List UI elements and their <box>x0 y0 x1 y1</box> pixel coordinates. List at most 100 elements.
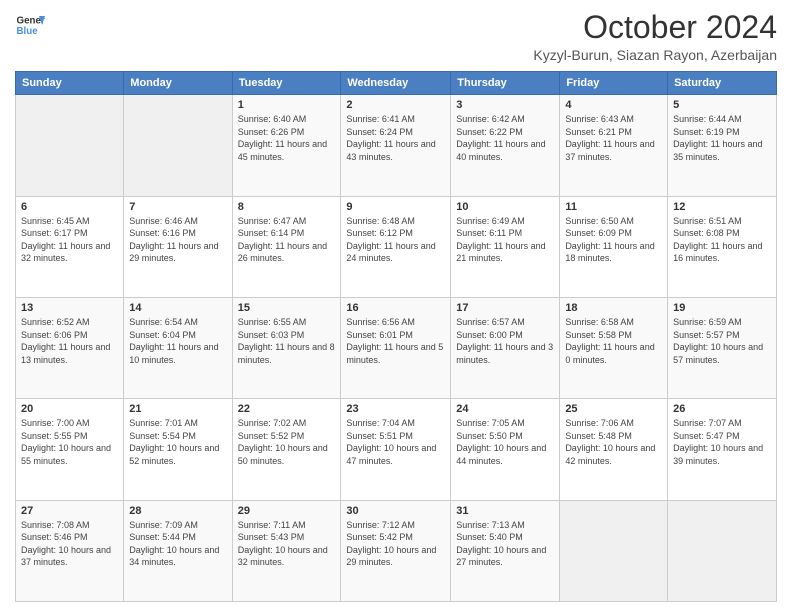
page-header: General Blue October 2024 Kyzyl-Burun, S… <box>15 10 777 63</box>
day-info: Sunrise: 6:57 AM Sunset: 6:00 PM Dayligh… <box>456 316 554 366</box>
day-info: Sunrise: 6:51 AM Sunset: 6:08 PM Dayligh… <box>673 215 771 265</box>
day-info: Sunrise: 6:49 AM Sunset: 6:11 PM Dayligh… <box>456 215 554 265</box>
day-number: 6 <box>21 201 118 213</box>
calendar-cell: 29 Sunrise: 7:11 AM Sunset: 5:43 PM Dayli… <box>232 500 341 601</box>
calendar-cell: 15Sunrise: 6:55 AM Sunset: 6:03 PM Dayli… <box>232 297 341 398</box>
calendar-cell <box>560 500 668 601</box>
calendar-table: Sunday Monday Tuesday Wednesday Thursday… <box>15 71 777 602</box>
calendar-week-5: 27 Sunrise: 7:08 AM Sunset: 5:46 PM Dayli… <box>16 500 777 601</box>
day-info: Sunrise: 7:12 AM Sunset: 5:42 PM Dayligh… <box>346 519 445 569</box>
day-number: 28 <box>129 505 226 517</box>
header-row: Sunday Monday Tuesday Wednesday Thursday… <box>16 72 777 95</box>
day-info: Sunrise: 7:01 AM Sunset: 5:54 PM Dayligh… <box>129 417 226 467</box>
col-tuesday: Tuesday <box>232 72 341 95</box>
col-wednesday: Wednesday <box>341 72 451 95</box>
calendar-cell: 18Sunrise: 6:58 AM Sunset: 5:58 PM Dayli… <box>560 297 668 398</box>
day-number: 3 <box>456 99 554 111</box>
calendar-cell: 6 Sunrise: 6:45 AM Sunset: 6:17 PM Daylig… <box>16 196 124 297</box>
day-info: Sunrise: 6:45 AM Sunset: 6:17 PM Dayligh… <box>21 215 118 265</box>
calendar-cell <box>124 95 232 196</box>
day-info: Sunrise: 6:59 AM Sunset: 5:57 PM Dayligh… <box>673 316 771 366</box>
day-info: Sunrise: 7:06 AM Sunset: 5:48 PM Dayligh… <box>565 417 662 467</box>
day-info: Sunrise: 7:00 AM Sunset: 5:55 PM Dayligh… <box>21 417 118 467</box>
calendar-cell: 31Sunrise: 7:13 AM Sunset: 5:40 PM Dayli… <box>451 500 560 601</box>
day-number: 16 <box>346 302 445 314</box>
calendar-cell: 16 Sunrise: 6:56 AM Sunset: 6:01 PM Dayli… <box>341 297 451 398</box>
calendar-cell: 20 Sunrise: 7:00 AM Sunset: 5:55 PM Dayli… <box>16 399 124 500</box>
calendar-cell: 22 Sunrise: 7:02 AM Sunset: 5:52 PM Dayli… <box>232 399 341 500</box>
calendar-cell: 17 Sunrise: 6:57 AM Sunset: 6:00 PM Dayli… <box>451 297 560 398</box>
day-info: Sunrise: 7:09 AM Sunset: 5:44 PM Dayligh… <box>129 519 226 569</box>
day-info: Sunrise: 6:42 AM Sunset: 6:22 PM Dayligh… <box>456 113 554 163</box>
day-info: Sunrise: 6:47 AM Sunset: 6:14 PM Dayligh… <box>238 215 336 265</box>
day-info: Sunrise: 6:44 AM Sunset: 6:19 PM Dayligh… <box>673 113 771 163</box>
day-number: 13 <box>21 302 118 314</box>
calendar-cell: 13 Sunrise: 6:52 AM Sunset: 6:06 PM Dayli… <box>16 297 124 398</box>
day-number: 20 <box>21 403 118 415</box>
day-info: Sunrise: 7:02 AM Sunset: 5:52 PM Dayligh… <box>238 417 336 467</box>
day-number: 8 <box>238 201 336 213</box>
day-number: 21 <box>129 403 226 415</box>
calendar-cell: 28 Sunrise: 7:09 AM Sunset: 5:44 PM Dayli… <box>124 500 232 601</box>
day-info: Sunrise: 7:11 AM Sunset: 5:43 PM Dayligh… <box>238 519 336 569</box>
calendar-cell: 23 Sunrise: 7:04 AM Sunset: 5:51 PM Dayli… <box>341 399 451 500</box>
day-number: 12 <box>673 201 771 213</box>
day-info: Sunrise: 6:56 AM Sunset: 6:01 PM Dayligh… <box>346 316 445 366</box>
day-number: 17 <box>456 302 554 314</box>
day-info: Sunrise: 7:08 AM Sunset: 5:46 PM Dayligh… <box>21 519 118 569</box>
calendar-cell: 10Sunrise: 6:49 AM Sunset: 6:11 PM Dayli… <box>451 196 560 297</box>
calendar-cell: 8 Sunrise: 6:47 AM Sunset: 6:14 PM Daylig… <box>232 196 341 297</box>
logo-icon: General Blue <box>15 10 45 40</box>
calendar-cell: 2Sunrise: 6:41 AM Sunset: 6:24 PM Daylig… <box>341 95 451 196</box>
calendar-week-1: 1 Sunrise: 6:40 AM Sunset: 6:26 PM Daylig… <box>16 95 777 196</box>
day-info: Sunrise: 6:48 AM Sunset: 6:12 PM Dayligh… <box>346 215 445 265</box>
calendar-week-4: 20 Sunrise: 7:00 AM Sunset: 5:55 PM Dayli… <box>16 399 777 500</box>
day-info: Sunrise: 7:13 AM Sunset: 5:40 PM Dayligh… <box>456 519 554 569</box>
day-number: 7 <box>129 201 226 213</box>
calendar-week-2: 6 Sunrise: 6:45 AM Sunset: 6:17 PM Daylig… <box>16 196 777 297</box>
calendar-week-3: 13 Sunrise: 6:52 AM Sunset: 6:06 PM Dayli… <box>16 297 777 398</box>
day-info: Sunrise: 6:55 AM Sunset: 6:03 PM Dayligh… <box>238 316 336 366</box>
day-number: 24 <box>456 403 554 415</box>
day-info: Sunrise: 6:46 AM Sunset: 6:16 PM Dayligh… <box>129 215 226 265</box>
calendar-cell: 19 Sunrise: 6:59 AM Sunset: 5:57 PM Dayli… <box>668 297 777 398</box>
day-number: 4 <box>565 99 662 111</box>
calendar-cell: 11Sunrise: 6:50 AM Sunset: 6:09 PM Dayli… <box>560 196 668 297</box>
day-number: 1 <box>238 99 336 111</box>
calendar-cell: 14Sunrise: 6:54 AM Sunset: 6:04 PM Dayli… <box>124 297 232 398</box>
day-number: 9 <box>346 201 445 213</box>
day-number: 29 <box>238 505 336 517</box>
day-info: Sunrise: 6:40 AM Sunset: 6:26 PM Dayligh… <box>238 113 336 163</box>
day-info: Sunrise: 6:54 AM Sunset: 6:04 PM Dayligh… <box>129 316 226 366</box>
day-info: Sunrise: 6:52 AM Sunset: 6:06 PM Dayligh… <box>21 316 118 366</box>
page-title: October 2024 <box>533 10 777 45</box>
day-number: 2 <box>346 99 445 111</box>
day-info: Sunrise: 7:04 AM Sunset: 5:51 PM Dayligh… <box>346 417 445 467</box>
calendar-cell: 9 Sunrise: 6:48 AM Sunset: 6:12 PM Daylig… <box>341 196 451 297</box>
col-saturday: Saturday <box>668 72 777 95</box>
day-info: Sunrise: 6:43 AM Sunset: 6:21 PM Dayligh… <box>565 113 662 163</box>
title-block: October 2024 Kyzyl-Burun, Siazan Rayon, … <box>533 10 777 63</box>
calendar-cell: 30Sunrise: 7:12 AM Sunset: 5:42 PM Dayli… <box>341 500 451 601</box>
logo: General Blue <box>15 10 45 40</box>
calendar-cell: 4 Sunrise: 6:43 AM Sunset: 6:21 PM Daylig… <box>560 95 668 196</box>
day-number: 19 <box>673 302 771 314</box>
day-info: Sunrise: 7:07 AM Sunset: 5:47 PM Dayligh… <box>673 417 771 467</box>
calendar-cell: 24Sunrise: 7:05 AM Sunset: 5:50 PM Dayli… <box>451 399 560 500</box>
day-number: 22 <box>238 403 336 415</box>
calendar-cell: 26 Sunrise: 7:07 AM Sunset: 5:47 PM Dayli… <box>668 399 777 500</box>
calendar-cell: 7 Sunrise: 6:46 AM Sunset: 6:16 PM Daylig… <box>124 196 232 297</box>
day-number: 23 <box>346 403 445 415</box>
calendar-cell: 1 Sunrise: 6:40 AM Sunset: 6:26 PM Daylig… <box>232 95 341 196</box>
calendar-cell: 5Sunrise: 6:44 AM Sunset: 6:19 PM Daylig… <box>668 95 777 196</box>
day-number: 11 <box>565 201 662 213</box>
day-number: 27 <box>21 505 118 517</box>
calendar-cell: 3 Sunrise: 6:42 AM Sunset: 6:22 PM Daylig… <box>451 95 560 196</box>
col-monday: Monday <box>124 72 232 95</box>
calendar-cell: 27 Sunrise: 7:08 AM Sunset: 5:46 PM Dayli… <box>16 500 124 601</box>
day-number: 26 <box>673 403 771 415</box>
day-number: 18 <box>565 302 662 314</box>
calendar-header: Sunday Monday Tuesday Wednesday Thursday… <box>16 72 777 95</box>
calendar-cell: 25Sunrise: 7:06 AM Sunset: 5:48 PM Dayli… <box>560 399 668 500</box>
calendar-cell: 21 Sunrise: 7:01 AM Sunset: 5:54 PM Dayli… <box>124 399 232 500</box>
